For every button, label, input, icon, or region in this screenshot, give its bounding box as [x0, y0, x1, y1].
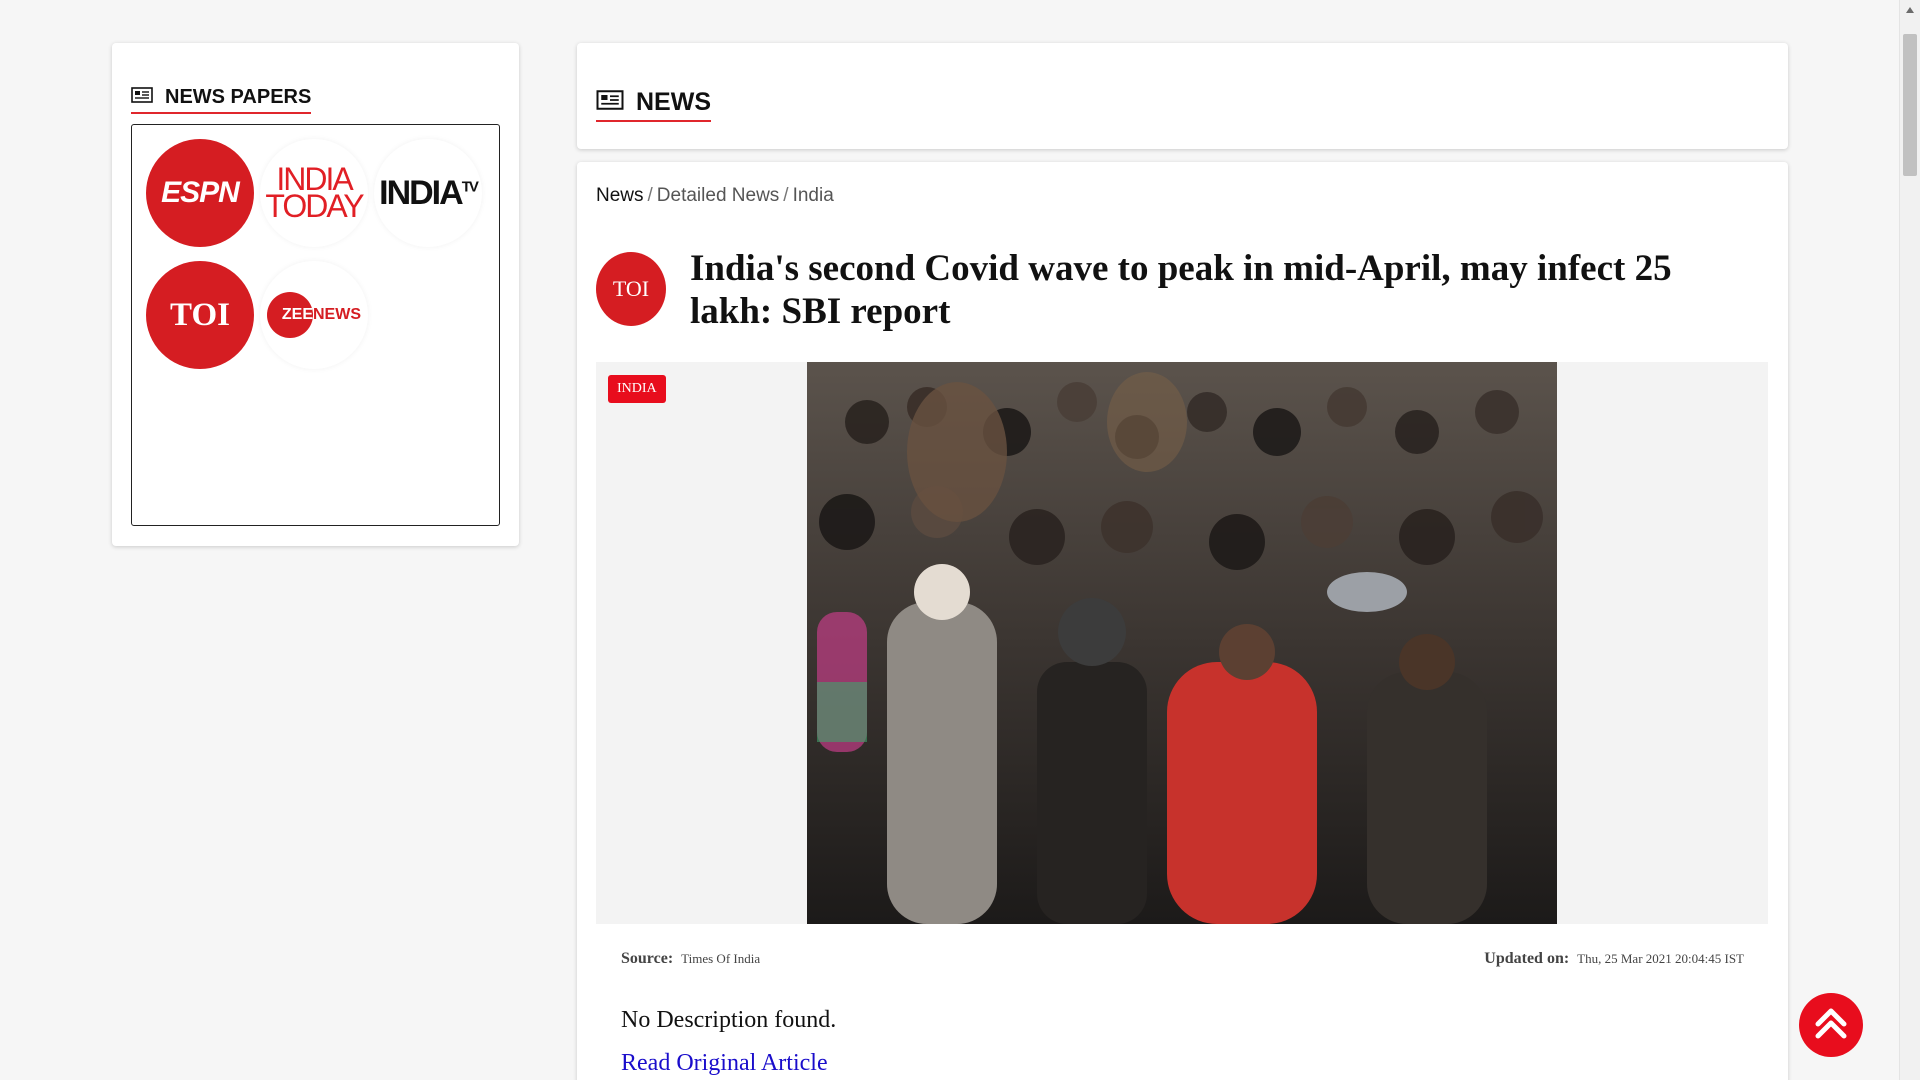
- india-tv-logo[interactable]: INDIATV: [374, 139, 482, 247]
- breadcrumb-india[interactable]: India: [793, 185, 834, 206]
- double-chevron-up-icon: [1810, 1002, 1852, 1049]
- read-original-link[interactable]: Read Original Article: [621, 1050, 828, 1077]
- newspapers-heading: NEWS PAPERS: [131, 86, 312, 114]
- zee-news-text: NEWS: [313, 306, 361, 323]
- india-today-logo[interactable]: INDIA TODAY: [260, 139, 368, 247]
- toi-logo-text: TOI: [170, 296, 230, 333]
- news-heading: NEWS: [596, 88, 711, 122]
- back-to-top-button[interactable]: [1799, 993, 1863, 1057]
- breadcrumb-news[interactable]: News: [596, 185, 644, 206]
- zee-circle: ZEE: [267, 292, 313, 338]
- source-label: Source:: [621, 950, 674, 967]
- article-title: India's second Covid wave to peak in mid…: [690, 248, 1672, 332]
- page-scrollbar[interactable]: [1899, 0, 1920, 1080]
- breadcrumb-separator: /: [647, 185, 653, 206]
- newspaper-icon: [596, 88, 624, 117]
- zee-news-logo-mark: ZEE NEWS: [267, 292, 361, 338]
- source-meta: Source: Times Of India: [621, 950, 760, 968]
- updated-label: Updated on:: [1484, 950, 1570, 967]
- espn-logo[interactable]: ESPN: [146, 139, 254, 247]
- zee-news-logo[interactable]: ZEE NEWS: [260, 261, 368, 369]
- india-today-logo-text: INDIA TODAY: [265, 163, 364, 224]
- source-value: Times Of India: [681, 951, 761, 966]
- article-photo: [807, 362, 1557, 924]
- newspapers-heading-text: NEWS PAPERS: [165, 86, 312, 108]
- newspaper-icon: [131, 86, 153, 109]
- india-today-line2: TODAY: [265, 188, 364, 224]
- newspaper-logos: ESPN INDIA TODAY INDIATV TOI ZEE NEWS: [131, 124, 500, 526]
- india-tv-sup: TV: [461, 178, 479, 196]
- updated-value: Thu, 25 Mar 2021 20:04:45 IST: [1577, 951, 1744, 966]
- news-heading-text: NEWS: [636, 88, 711, 116]
- updated-meta: Updated on: Thu, 25 Mar 2021 20:04:45 IST: [1484, 950, 1744, 968]
- toi-logo[interactable]: TOI: [146, 261, 254, 369]
- espn-logo-text: ESPN: [161, 176, 240, 209]
- breadcrumb: News / Detailed News / India: [596, 185, 834, 207]
- newspapers-card: NEWS PAPERS ESPN INDIA TODAY INDIATV TOI…: [112, 43, 519, 546]
- scroll-thumb[interactable]: [1903, 34, 1917, 176]
- article-description: No Description found.: [621, 1007, 837, 1033]
- article-card: News / Detailed News / India TOI India's sec…: [577, 162, 1788, 1080]
- news-header-card: NEWS: [577, 43, 1788, 149]
- source-avatar: TOI: [596, 252, 666, 326]
- breadcrumb-detailed-news[interactable]: Detailed News: [657, 185, 780, 206]
- india-tv-logo-text: INDIATV: [379, 173, 479, 213]
- breadcrumb-separator: /: [783, 185, 789, 206]
- category-badge[interactable]: INDIA: [608, 375, 666, 403]
- scroll-up-arrow[interactable]: [1900, 0, 1920, 20]
- article-image-frame: INDIA: [596, 362, 1768, 924]
- india-tv-main: INDIA: [379, 173, 464, 212]
